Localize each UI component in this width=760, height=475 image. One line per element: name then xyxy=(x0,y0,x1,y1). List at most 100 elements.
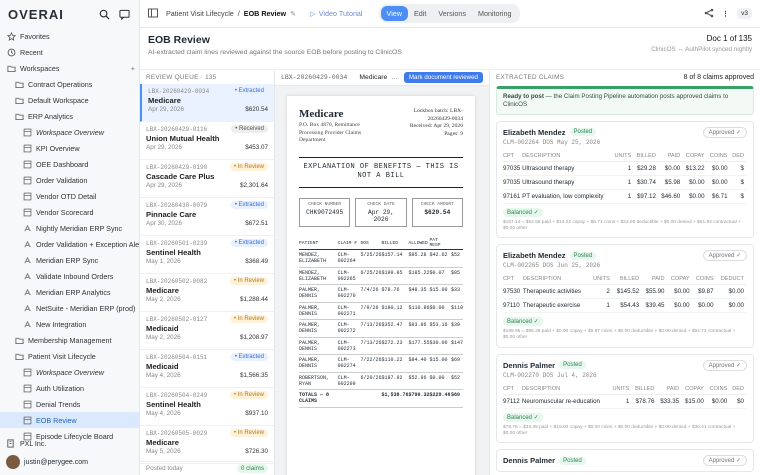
video-tutorial-link[interactable]: ▷ Video Tutorial xyxy=(310,9,362,18)
breadcrumb-page: EOB Review xyxy=(243,9,287,18)
sidebar-item-label: Workspace Overview xyxy=(36,367,104,377)
user-menu[interactable]: justin@perygee.com xyxy=(6,453,133,471)
eob-table-row: PALMER, DENNIS CLM-002272 7/13/26 $352.47 $9… xyxy=(299,319,463,338)
check-number-label: CHECK NUMBER xyxy=(308,202,342,208)
page-icon xyxy=(22,191,32,201)
org-switcher[interactable]: PXL Inc. xyxy=(6,435,133,453)
add-workspace-button[interactable]: + xyxy=(131,64,135,73)
claim-lines-table: CPT DESCRIPTION UNITS BILLED PAID COPAY COINS D… xyxy=(503,383,747,409)
eob-cell: $0.07 xyxy=(429,267,451,286)
sidebar-item[interactable]: OEE Dashboard xyxy=(0,156,139,172)
tab-edit[interactable]: Edit xyxy=(408,6,432,21)
posted-badge: Posted xyxy=(559,456,586,465)
edit-pencil-icon[interactable]: ✎ xyxy=(290,9,296,18)
claim-line-cell: $39.45 xyxy=(642,298,668,314)
sidebar-nav: Favorites Recent Workspaces + Contract Opera… xyxy=(0,28,139,444)
mark-reviewed-button[interactable]: Mark document reviewed xyxy=(403,72,483,83)
queue-item-payer: Medicaid xyxy=(146,362,179,371)
claim-line-row[interactable]: 97035 Ultrasound therapy 1 $29.28 $0.00 $13.2… xyxy=(503,161,747,176)
claim-line-row[interactable]: 97110 Therapeutic exercise 1 $54.43 $39.45 $0… xyxy=(503,298,747,314)
tab-monitoring[interactable]: Monitoring xyxy=(472,6,518,21)
sidebar-item[interactable]: Vendor Scorecard xyxy=(0,204,139,220)
sidebar-item[interactable]: Auth Utilization xyxy=(0,380,139,396)
sidebar-item-label: Default Workspace xyxy=(28,95,89,105)
more-icon[interactable]: ⋮ xyxy=(722,9,729,18)
queue-item[interactable]: LBX-20260502-0127 • In Review Medicaid May … xyxy=(140,312,274,350)
sidebar-item-label: New Integration xyxy=(36,319,87,329)
sidebar-item[interactable]: Recent xyxy=(0,44,139,60)
folder-icon xyxy=(14,79,24,89)
queue-item[interactable]: LBX-20260430-0079 • Extracted Pinnacle Car… xyxy=(140,198,274,236)
claim-line-row[interactable]: 97112 Neuromuscular re-education 1 $78.76 $3… xyxy=(503,394,747,409)
approved-button[interactable]: Approved ✓ xyxy=(702,250,747,262)
queue-item-id: LBX-20260429-0034 xyxy=(148,87,210,95)
queue-item-top: LBX-20260504-0249 • In Review xyxy=(146,391,268,399)
sidebar-item[interactable]: Validate Inbound Orders xyxy=(0,268,139,284)
queue-item[interactable]: LBX-20260502-0082 • In Review Medicare May … xyxy=(140,274,274,312)
sidebar-item[interactable]: Workspaces + xyxy=(0,60,139,76)
eob-column-header: DOS xyxy=(360,237,382,251)
approved-button[interactable]: Approved ✓ xyxy=(702,359,747,371)
sidebar-item[interactable]: KPI Overview xyxy=(0,140,139,156)
claim-line-row[interactable]: 97161 PT evaluation, low complexity 1 $97.1… xyxy=(503,189,747,204)
claim-line-row[interactable]: 97035 Ultrasound therapy 1 $30.74 $5.98 $0.00… xyxy=(503,175,747,190)
sidebar-item[interactable]: Membership Management xyxy=(0,332,139,348)
queue-item-payer: Union Mutual Health xyxy=(146,134,220,143)
search-icon[interactable] xyxy=(97,7,111,21)
approved-button[interactable]: Approved ✓ xyxy=(702,126,747,138)
sidebar-item[interactable]: Meridian ERP Sync xyxy=(0,252,139,268)
queue-item[interactable]: LBX-20260505-0029 • In Review Medicare May … xyxy=(140,426,274,464)
tab-view[interactable]: View xyxy=(380,6,408,21)
version-badge: v3 xyxy=(737,8,752,19)
eob-check-boxes: CHECK NUMBER CHK9072495 CHECK DATE Apr 29,… xyxy=(299,198,463,228)
sidebar-item[interactable]: Meridian ERP Analytics xyxy=(0,284,139,300)
org-name: PXL Inc. xyxy=(20,440,47,448)
queue-item-date: May 1, 2026 xyxy=(146,258,181,265)
claim-column-header: CPT xyxy=(503,274,523,286)
queue-item[interactable]: LBX-20260504-0249 • In Review Sentinel Hea… xyxy=(140,388,274,426)
share-icon[interactable] xyxy=(704,8,714,20)
queue-item[interactable]: LBX-20260501-0239 • Extracted Sentinel Hea… xyxy=(140,236,274,274)
queue-item[interactable]: LBX-20260504-0151 • Extracted Medicaid May … xyxy=(140,350,274,388)
eob-lockbox-info: Lockbox batch: LBX-20260429-0034 Receive… xyxy=(393,108,463,138)
queue-item[interactable]: LBX-20260429-0034 • Extracted Medicare Apr … xyxy=(140,84,274,122)
queue-item-date: Apr 29, 2026 xyxy=(146,144,183,151)
balanced-badge: Balanced ✓ xyxy=(503,412,543,422)
sidebar-item[interactable]: ERP Analytics xyxy=(0,108,139,124)
ellipsis-icon[interactable]: … xyxy=(391,74,398,81)
eob-table-row: PALMER, DENNIS CLM-002270 7/4/26 $78.76 $48.… xyxy=(299,284,463,303)
queue-item[interactable]: LBX-20260429-0116 • Received Union Mutual … xyxy=(140,122,274,160)
sidebar-item[interactable]: EOB Review xyxy=(0,412,139,428)
sidebar-item[interactable]: Vendor OTD Detail xyxy=(0,188,139,204)
sidebar-item[interactable]: NetSuite - Meridian ERP (prod) xyxy=(0,300,139,316)
breadcrumb-workspace[interactable]: Patient Visit Lifecycle xyxy=(166,9,234,18)
sidebar-item[interactable]: Order Validation xyxy=(0,172,139,188)
status-badge-label: Received xyxy=(238,126,264,132)
sidebar-item[interactable]: Nightly Meridian ERP Sync xyxy=(0,220,139,236)
claim-line-cell: $55.90 xyxy=(642,284,668,300)
sidebar-item[interactable]: Favorites xyxy=(0,28,139,44)
panel-toggle-icon[interactable] xyxy=(148,8,158,20)
claim-column-header: BILLED xyxy=(632,383,658,395)
sidebar-item[interactable]: Patient Visit Lifecycle xyxy=(0,348,139,364)
claim-line-cell: $0.00 xyxy=(683,175,708,190)
sidebar-item[interactable]: Workspace Overview xyxy=(0,364,139,380)
claim-line-row[interactable]: 97530 Therapeutic activities 2 $145.52 $55.9… xyxy=(503,284,747,300)
sidebar-item[interactable]: Denial Trends xyxy=(0,396,139,412)
approved-button[interactable]: Approved ✓ xyxy=(702,455,747,467)
sidebar-item[interactable]: Workspace Overview xyxy=(0,124,139,140)
breadcrumb-separator: / xyxy=(237,9,240,18)
patient-name: Elizabeth Mendez xyxy=(503,127,566,137)
eob-claims-table: PATIENT CLAIM # DOS BILLED ALLOWED PAT RESP ME… xyxy=(299,237,463,408)
queue-item[interactable]: LBX-20260429-0190 • In Review Cascade Care… xyxy=(140,160,274,198)
sidebar-item-label: Order Validation xyxy=(36,175,88,185)
eob-cell: PALMER, DENNIS xyxy=(299,284,338,303)
sidebar-item[interactable]: Contract Operations xyxy=(0,76,139,92)
sidebar-item[interactable]: Order Validation + Exception Ale... xyxy=(0,236,139,252)
balanced-badge: Balanced ✓ xyxy=(503,207,543,217)
claim-line-cell: $ xyxy=(730,189,747,204)
sidebar-item[interactable]: Default Workspace xyxy=(0,92,139,108)
chat-icon[interactable] xyxy=(117,7,131,21)
tab-versions[interactable]: Versions xyxy=(432,6,472,21)
sidebar-item[interactable]: New Integration xyxy=(0,316,139,332)
